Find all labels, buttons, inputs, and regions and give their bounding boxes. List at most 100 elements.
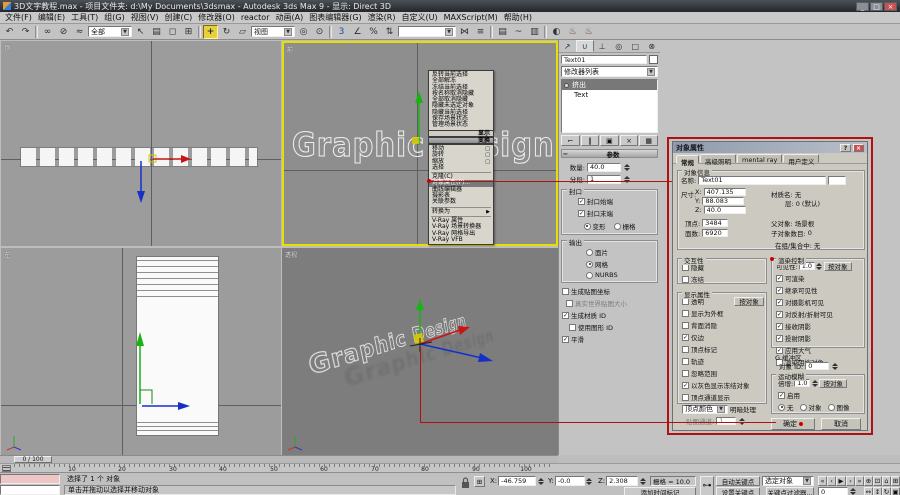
display-by-object-button[interactable]: 按对象: [734, 297, 764, 306]
viewport-left[interactable]: 左: [1, 248, 281, 455]
selection-lock-icon[interactable]: [460, 476, 471, 490]
use-shape-ids-checkbox[interactable]: 使用图形 ID: [569, 322, 660, 332]
map-channel-spinner[interactable]: [738, 417, 745, 426]
arc-rotate-icon[interactable]: ↻: [882, 487, 891, 495]
zoom-extents-icon[interactable]: ⊡: [873, 476, 882, 486]
tab-general[interactable]: 常规: [676, 155, 699, 164]
ok-button[interactable]: 确定: [771, 418, 815, 430]
time-slider-handle[interactable]: 0 / 100: [14, 456, 52, 463]
parameters-rollout-header[interactable]: − 参数: [561, 149, 658, 158]
next-frame-icon[interactable]: ›: [846, 476, 855, 486]
time-slider[interactable]: 0 / 100: [0, 455, 558, 463]
quad-item[interactable]: 管理场景状态: [429, 122, 493, 128]
menu-rendering[interactable]: 渲染(R): [365, 12, 399, 23]
spinner-snap-icon[interactable]: ⇅: [382, 25, 397, 39]
inherit-visibility-checkbox[interactable]: 继承可见性: [776, 285, 864, 295]
blur-by-object-button[interactable]: 按对象: [819, 379, 847, 388]
move-gizmo[interactable]: [126, 328, 206, 418]
quad-item-wire-parameters[interactable]: 关联参数: [429, 199, 493, 205]
viewport-left-label[interactable]: 左: [4, 250, 10, 259]
menu-tools[interactable]: 工具(T): [68, 12, 101, 23]
key-filters-button[interactable]: 关键点过滤器...: [766, 487, 814, 495]
menu-help[interactable]: 帮助(H): [501, 12, 535, 23]
reference-coordinate-dropdown[interactable]: 视图 ▼: [251, 26, 295, 37]
configure-sets-icon[interactable]: ▦: [639, 135, 658, 146]
selection-filter-dropdown[interactable]: 全部 ▼: [88, 26, 132, 37]
morph-radio[interactable]: 变形: [584, 221, 606, 231]
blur-object-radio[interactable]: 对象: [800, 402, 822, 412]
play-icon[interactable]: ▶: [836, 476, 846, 486]
show-frozen-gray-checkbox[interactable]: 以灰色显示冻结对象: [682, 380, 766, 390]
maxscript-mini-listener-pink[interactable]: [0, 474, 60, 484]
segments-field[interactable]: 1: [587, 175, 621, 184]
menu-customize[interactable]: 自定义(U): [398, 12, 440, 23]
menu-graph-editors[interactable]: 图表编辑器(G): [306, 12, 364, 23]
maxscript-mini-listener-white[interactable]: [0, 485, 60, 495]
set-key-button[interactable]: 设置关键点: [716, 487, 760, 495]
minimize-button[interactable]: _: [856, 2, 869, 11]
generate-material-ids-checkbox[interactable]: 生成材质 ID: [562, 310, 660, 320]
tab-modify-icon[interactable]: ∪: [576, 40, 595, 52]
menu-animation[interactable]: 动画(A): [272, 12, 306, 23]
maximize-button[interactable]: □: [870, 2, 883, 11]
material-editor-icon[interactable]: ◐: [549, 25, 564, 39]
mini-curve-editor-button[interactable]: [2, 465, 11, 472]
bind-spacewarp-icon[interactable]: ≈: [72, 25, 87, 39]
auto-key-button[interactable]: 自动关键点: [716, 476, 760, 486]
object-id-field[interactable]: 0: [805, 362, 829, 370]
receive-shadows-checkbox[interactable]: 接收阴影: [776, 321, 864, 331]
tab-motion-icon[interactable]: ◎: [611, 40, 628, 52]
segments-spinner[interactable]: [623, 175, 630, 184]
cap-end-checkbox[interactable]: 封口末端: [578, 208, 655, 218]
select-scale-icon[interactable]: ▱: [235, 25, 250, 39]
object-name-field[interactable]: Text01: [561, 55, 647, 64]
maximize-viewport-icon[interactable]: ▣: [891, 487, 900, 495]
zoom-extents-all-icon[interactable]: ⊞: [891, 476, 900, 486]
y-spinner[interactable]: [586, 477, 593, 486]
freeze-checkbox[interactable]: 冻结: [682, 274, 766, 284]
named-selection-sets-dropdown[interactable]: ▼: [398, 26, 456, 37]
map-channel-field[interactable]: 1: [716, 417, 736, 425]
select-move-icon[interactable]: +: [203, 25, 218, 39]
blur-enabled-checkbox[interactable]: 启用: [778, 390, 864, 400]
vertex-color-dropdown[interactable]: 顶点颜色 ▼: [682, 405, 728, 414]
link-icon[interactable]: ∞: [40, 25, 55, 39]
quad-item-vray-vfb[interactable]: V-Ray VFB: [429, 237, 493, 243]
cancel-button[interactable]: 取消: [821, 418, 861, 430]
angle-snap-icon[interactable]: ∠: [350, 25, 365, 39]
amount-field[interactable]: 40.0: [587, 163, 621, 172]
ignore-extents-checkbox[interactable]: 忽略范围: [682, 368, 766, 378]
patch-radio[interactable]: 面片: [586, 247, 655, 257]
stack-item-text[interactable]: Text: [562, 90, 657, 100]
viewport-top-label[interactable]: 顶: [4, 43, 10, 52]
stack-item-extrude[interactable]: 挤出: [562, 80, 657, 90]
lightbulb-icon[interactable]: [564, 83, 569, 88]
edges-only-checkbox[interactable]: 仅边: [682, 332, 766, 342]
make-unique-icon[interactable]: ▣: [600, 135, 619, 146]
move-gizmo[interactable]: [129, 139, 209, 205]
dialog-name-field[interactable]: Text01: [698, 176, 826, 185]
name-extra-field[interactable]: [828, 176, 846, 185]
z-coordinate-field[interactable]: 2.308: [606, 476, 638, 486]
real-world-map-size-checkbox[interactable]: 真实世界贴图大小: [566, 298, 660, 308]
blur-none-radio[interactable]: 无: [778, 402, 794, 412]
dialog-close-button[interactable]: ×: [853, 144, 864, 152]
go-to-start-icon[interactable]: «: [818, 476, 827, 486]
trajectory-checkbox[interactable]: 轨迹: [682, 356, 766, 366]
menu-create[interactable]: 创建(C): [161, 12, 195, 23]
grid-radio[interactable]: 栅格: [614, 221, 636, 231]
menu-modifiers[interactable]: 修改器(O): [195, 12, 238, 23]
tab-utilities-icon[interactable]: ⊗: [644, 40, 661, 52]
set-keys-button[interactable]: ⊶: [700, 476, 714, 495]
go-to-end-icon[interactable]: »: [855, 476, 864, 486]
tab-mental-ray[interactable]: mental ray: [737, 154, 782, 163]
dialog-help-button[interactable]: ?: [840, 144, 851, 152]
select-object-icon[interactable]: ↖: [133, 25, 148, 39]
vertex-channel-display-checkbox[interactable]: 顶点通道显示: [682, 392, 766, 402]
layer-manager-icon[interactable]: ▤: [495, 25, 510, 39]
add-time-tag-button[interactable]: 添加时间标记: [624, 487, 696, 495]
nurbs-radio[interactable]: NURBS: [586, 271, 655, 279]
snap-toggle-icon[interactable]: 3: [334, 25, 349, 39]
multiplier-spinner[interactable]: [811, 379, 818, 388]
menu-maxscript[interactable]: MAXScript(M): [441, 13, 501, 22]
